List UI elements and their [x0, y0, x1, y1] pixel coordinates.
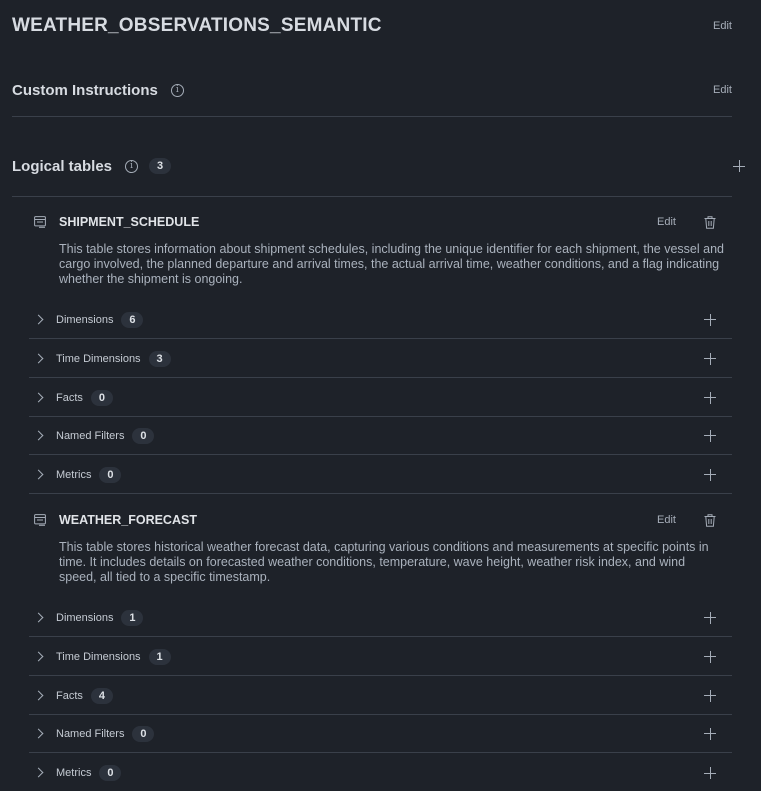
- add-metric-plus-icon[interactable]: [704, 468, 716, 481]
- info-icon[interactable]: i: [125, 159, 139, 173]
- table-header: WEATHER_FORECAST Edit: [29, 511, 732, 529]
- custom-instructions-title: Custom Instructions: [12, 81, 158, 99]
- chevron-right-icon[interactable]: [33, 690, 44, 701]
- count-badge: 4: [90, 687, 113, 704]
- facts-row[interactable]: Facts 0: [29, 379, 732, 417]
- add-dimension-plus-icon[interactable]: [704, 313, 716, 326]
- section-label: Named Filters: [56, 727, 125, 740]
- named-filters-row[interactable]: Named Filters 0: [29, 715, 732, 753]
- table-icon: [34, 514, 46, 526]
- info-icon[interactable]: i: [170, 83, 184, 97]
- edit-title-button[interactable]: Edit: [713, 20, 732, 32]
- metrics-row[interactable]: Metrics 0: [29, 754, 732, 791]
- section-label: Facts: [56, 391, 83, 404]
- dimensions-row[interactable]: Dimensions 6: [29, 301, 732, 339]
- page-title: WEATHER_OBSERVATIONS_SEMANTIC: [12, 15, 382, 36]
- chevron-right-icon[interactable]: [33, 728, 44, 739]
- edit-table-button[interactable]: Edit: [657, 514, 676, 526]
- section-label: Dimensions: [56, 313, 114, 326]
- logical-table-shipment-schedule: SHIPMENT_SCHEDULE Edit This table stores…: [29, 213, 732, 494]
- custom-instructions-row: Custom Instructions i Edit: [12, 80, 732, 100]
- count-badge: 6: [121, 311, 144, 328]
- trash-icon[interactable]: [704, 215, 716, 229]
- section-label: Metrics: [56, 468, 92, 481]
- chevron-right-icon[interactable]: [33, 612, 44, 623]
- section-label: Time Dimensions: [56, 650, 141, 663]
- count-badge: 0: [99, 765, 122, 781]
- table-description: This table stores historical weather for…: [59, 540, 709, 584]
- trash-icon[interactable]: [704, 513, 716, 527]
- semantic-model-page: WEATHER_OBSERVATIONS_SEMANTIC Edit Custo…: [0, 0, 761, 791]
- named-filters-row[interactable]: Named Filters 0: [29, 417, 732, 455]
- table-header: SHIPMENT_SCHEDULE Edit: [29, 213, 732, 231]
- section-label: Named Filters: [56, 429, 125, 442]
- add-time-dimension-plus-icon[interactable]: [704, 352, 716, 365]
- count-badge: 0: [99, 466, 122, 483]
- dimensions-row[interactable]: Dimensions 1: [29, 599, 732, 637]
- chevron-right-icon[interactable]: [33, 392, 44, 403]
- table-name: WEATHER_FORECAST: [59, 513, 197, 527]
- count-badge: 1: [121, 609, 144, 626]
- time-dimensions-row[interactable]: Time Dimensions 3: [29, 340, 732, 378]
- add-named-filter-plus-icon[interactable]: [704, 429, 716, 442]
- chevron-right-icon[interactable]: [33, 651, 44, 662]
- time-dimensions-row[interactable]: Time Dimensions 1: [29, 638, 732, 676]
- add-fact-plus-icon[interactable]: [704, 689, 716, 702]
- count-badge: 1: [148, 648, 171, 665]
- chevron-right-icon[interactable]: [33, 353, 44, 364]
- section-label: Facts: [56, 689, 83, 702]
- table-name: SHIPMENT_SCHEDULE: [59, 215, 200, 229]
- add-dimension-plus-icon[interactable]: [704, 611, 716, 624]
- logical-tables-row: Logical tables i 3: [12, 156, 745, 176]
- add-logical-table-plus-icon[interactable]: [733, 160, 745, 172]
- section-label: Dimensions: [56, 611, 114, 624]
- add-fact-plus-icon[interactable]: [704, 391, 716, 404]
- facts-row[interactable]: Facts 4: [29, 677, 732, 715]
- divider: [12, 116, 732, 117]
- add-metric-plus-icon[interactable]: [704, 767, 716, 779]
- chevron-right-icon[interactable]: [33, 469, 44, 480]
- count-badge: 0: [132, 725, 155, 742]
- count-badge: 3: [148, 350, 171, 367]
- chevron-right-icon[interactable]: [33, 430, 44, 441]
- section-label: Metrics: [56, 767, 92, 779]
- logical-table-weather-forecast: WEATHER_FORECAST Edit This table stores …: [29, 511, 732, 781]
- section-label: Time Dimensions: [56, 352, 141, 365]
- divider: [12, 196, 732, 197]
- add-time-dimension-plus-icon[interactable]: [704, 650, 716, 663]
- chevron-right-icon[interactable]: [33, 314, 44, 325]
- add-named-filter-plus-icon[interactable]: [704, 727, 716, 740]
- title-row: WEATHER_OBSERVATIONS_SEMANTIC Edit: [12, 14, 732, 38]
- chevron-right-icon[interactable]: [33, 767, 44, 778]
- table-description: This table stores information about ship…: [59, 242, 724, 286]
- logical-tables-title: Logical tables: [12, 157, 113, 175]
- edit-table-button[interactable]: Edit: [657, 216, 676, 228]
- count-badge: 0: [90, 389, 113, 406]
- edit-custom-instructions-button[interactable]: Edit: [713, 84, 732, 96]
- table-icon: [34, 216, 46, 228]
- logical-tables-count-badge: 3: [149, 158, 172, 174]
- metrics-row[interactable]: Metrics 0: [29, 456, 732, 494]
- count-badge: 0: [132, 427, 155, 444]
